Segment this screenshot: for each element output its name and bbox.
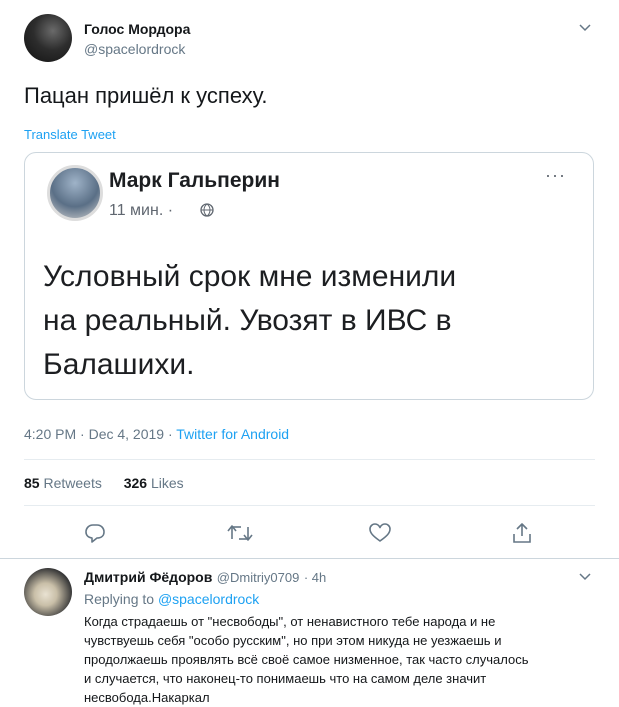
embedded-author-avatar	[47, 165, 103, 221]
tweet-source[interactable]: Twitter for Android	[176, 426, 289, 442]
tweet-stats: 85 Retweets 326 Likes	[24, 475, 184, 491]
reply-icon[interactable]	[84, 522, 106, 544]
retweets-label: Retweets	[43, 475, 102, 491]
reply-author-handle[interactable]: @Dmitriy0709	[217, 570, 300, 585]
reply-author-avatar[interactable]	[24, 568, 72, 616]
translate-tweet-link[interactable]: Translate Tweet	[24, 127, 116, 142]
likes-label: Likes	[150, 475, 184, 491]
reply-text-line-2: чувствуешь себя "особо русским", но при …	[84, 633, 502, 648]
tweet-timestamp[interactable]: 4:20 PM · Dec 4, 2019 ·	[24, 426, 176, 442]
reply-time[interactable]: · 4h	[304, 570, 326, 585]
reply-text-line-4: и случается, что наконец-то понимаешь чт…	[84, 671, 487, 686]
embedded-post-text-line-3: Балашихи.	[43, 348, 195, 381]
reply-text-line-3: продолжаешь проявлять всё своё самое низ…	[84, 652, 529, 667]
author-avatar[interactable]	[24, 14, 72, 62]
replying-to: Replying to @spacelordrock	[84, 591, 259, 607]
retweets-count: 85	[24, 475, 40, 491]
retweet-icon[interactable]	[227, 523, 253, 543]
replying-to-prefix: Replying to	[84, 591, 158, 607]
reply-text: Когда страдаешь от "несвободы", от ненав…	[84, 612, 604, 707]
tweet-timestamp-row: 4:20 PM · Dec 4, 2019 · Twitter for Andr…	[24, 426, 289, 442]
replying-to-handle[interactable]: @spacelordrock	[158, 591, 259, 607]
retweets-stat[interactable]: 85 Retweets	[24, 475, 102, 491]
likes-count: 326	[123, 475, 148, 491]
embedded-post-text-line-1: Условный срок мне изменили	[43, 260, 457, 293]
embedded-post-card[interactable]: Марк Гальперин 11 мин. · ··· Условный ср…	[24, 152, 594, 400]
likes-stat[interactable]: 326 Likes	[124, 475, 184, 491]
reply-author-name[interactable]: Дмитрий Фёдоров	[84, 569, 212, 585]
globe-icon	[200, 203, 214, 217]
embedded-author-name: Марк Гальперин	[109, 169, 280, 192]
divider	[0, 558, 619, 559]
divider	[24, 459, 595, 460]
author-handle[interactable]: @spacelordrock	[84, 41, 185, 57]
embedded-post-text-line-2: на реальный. Увозят в ИВС в	[43, 304, 452, 337]
share-icon[interactable]	[512, 522, 532, 544]
embedded-post-time: 11 мин. ·	[109, 202, 174, 219]
heart-icon[interactable]	[369, 523, 391, 543]
tweet-text: Пацан пришёл к успеху.	[24, 83, 268, 108]
reply-text-line-5: несвобода.Накаркал	[84, 690, 210, 705]
chevron-down-icon[interactable]	[578, 23, 592, 33]
reply-text-line-1: Когда страдаешь от "несвободы", от ненав…	[84, 614, 496, 629]
author-name[interactable]: Голос Мордора	[84, 21, 190, 37]
embedded-more-icon: ···	[545, 165, 566, 185]
reply-header: Дмитрий Фёдоров @Dmitriy0709 · 4h	[84, 569, 326, 587]
chevron-down-icon[interactable]	[578, 572, 592, 582]
divider	[24, 505, 595, 506]
